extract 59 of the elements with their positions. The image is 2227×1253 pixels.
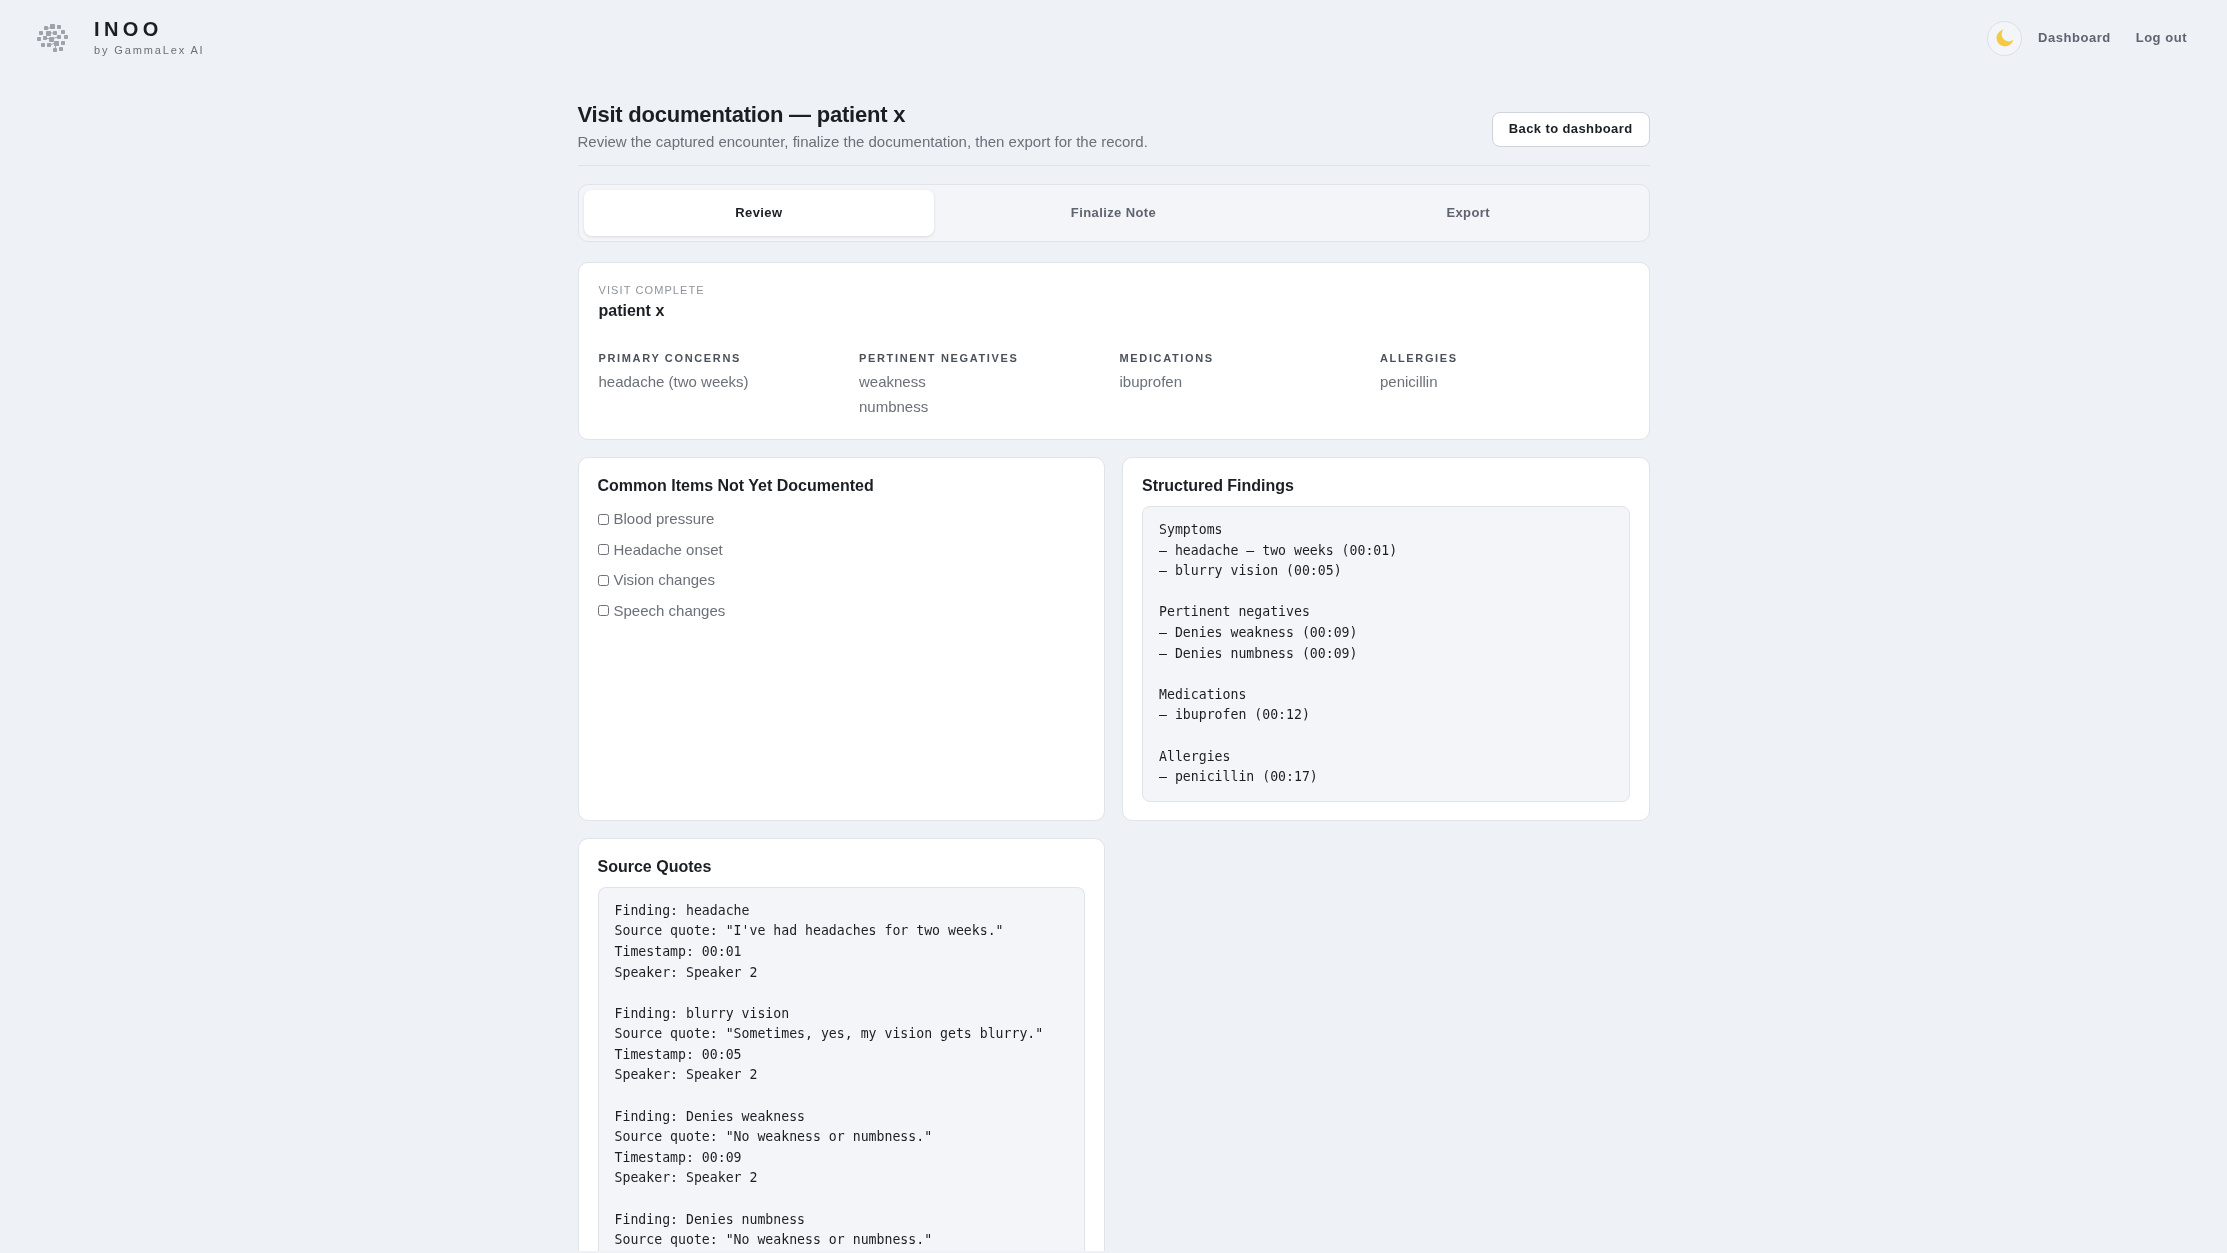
quote-line: Finding: Denies weakness: [614, 1107, 807, 1126]
checkbox[interactable]: [597, 574, 609, 586]
checkbox[interactable]: [597, 605, 609, 616]
page-subtitle: Review the captured encounter, finalize the documentation, then export for the record.: [577, 132, 1148, 152]
field-label: ALLERGIES: [1380, 351, 1459, 365]
item-label: Headache onset: [613, 539, 723, 560]
quote-line: Finding: headache: [614, 901, 751, 920]
tab[interactable]: Export: [1292, 190, 1644, 236]
quote-line: Speaker: Speaker 2: [614, 963, 759, 982]
brand-name: INOO: [94, 19, 164, 39]
brand-tagline: by GammaLex AI: [94, 44, 205, 57]
quote-line: Timestamp: 00:05: [614, 1045, 743, 1064]
quote-line: Timestamp: 00:01: [614, 942, 743, 961]
field-value: penicillin: [1380, 372, 1439, 392]
quote-line: Timestamp: 00:09: [614, 1148, 743, 1167]
card-title: Common Items Not Yet Documented: [597, 476, 875, 496]
status-label: VISIT COMPLETE: [598, 283, 706, 297]
item-label: Vision changes: [613, 570, 715, 590]
quote-line: Source quote: "No weakness or numbness.": [614, 1128, 934, 1147]
finding-line: – headache – two weeks (00:01): [1159, 541, 1399, 560]
card-title: Structured Findings: [1142, 476, 1295, 496]
logo-icon: [37, 23, 70, 53]
card-title: Source Quotes: [597, 856, 713, 877]
quote-line: Finding: blurry vision: [614, 1004, 791, 1023]
section-heading: Pertinent negatives: [1159, 603, 1311, 622]
finding-line: – Denies weakness (00:09): [1159, 623, 1359, 642]
field-value: weakness: [859, 372, 927, 392]
tab[interactable]: Finalize Note: [938, 190, 1289, 236]
quote-line: Speaker: Speaker 2: [614, 1169, 759, 1188]
patient-name: patient x: [598, 301, 666, 321]
field-value: headache (two weeks): [598, 372, 750, 392]
page-title: Visit documentation — patient x: [577, 102, 907, 128]
tab[interactable]: Review: [583, 190, 935, 236]
field-label: PERTINENT NEGATIVES: [859, 351, 1020, 365]
quote-line: Source quote: "I've had headaches for two weeks.": [614, 922, 1005, 941]
theme-toggle-button[interactable]: [1987, 20, 2023, 56]
finding-line: – penicillin (00:17): [1159, 768, 1319, 787]
section-heading: Medications: [1159, 685, 1248, 704]
field-label: MEDICATIONS: [1119, 351, 1215, 365]
moon-icon: [1995, 29, 2014, 47]
back-button[interactable]: Back to dashboard: [1491, 111, 1650, 147]
finding-line: – Denies numbness (00:09): [1159, 644, 1359, 663]
section-heading: Allergies: [1159, 747, 1232, 766]
field-value: numbness: [859, 396, 930, 417]
finding-line: – ibuprofen (00:12): [1159, 706, 1311, 725]
quote-line: Finding: Denies numbness: [614, 1210, 807, 1229]
item-label: Blood pressure: [613, 509, 715, 529]
section-heading: Symptoms: [1159, 521, 1224, 539]
item-label: Speech changes: [613, 600, 726, 621]
quote-line: Source quote: "Sometimes, yes, my vision gets blurry.": [614, 1025, 1045, 1044]
field-value: ibuprofen: [1119, 372, 1184, 392]
nav-link[interactable]: Log out: [2135, 28, 2187, 48]
checkbox[interactable]: [597, 544, 609, 555]
finding-line: – blurry vision (00:05): [1159, 562, 1343, 581]
field-label: PRIMARY CONCERNS: [598, 351, 743, 365]
nav-link[interactable]: Dashboard: [2038, 28, 2111, 48]
quote-line: Speaker: Speaker 2: [614, 1066, 759, 1085]
quote-line: Source quote: "No weakness or numbness.": [614, 1231, 934, 1250]
checkbox[interactable]: [597, 513, 609, 525]
